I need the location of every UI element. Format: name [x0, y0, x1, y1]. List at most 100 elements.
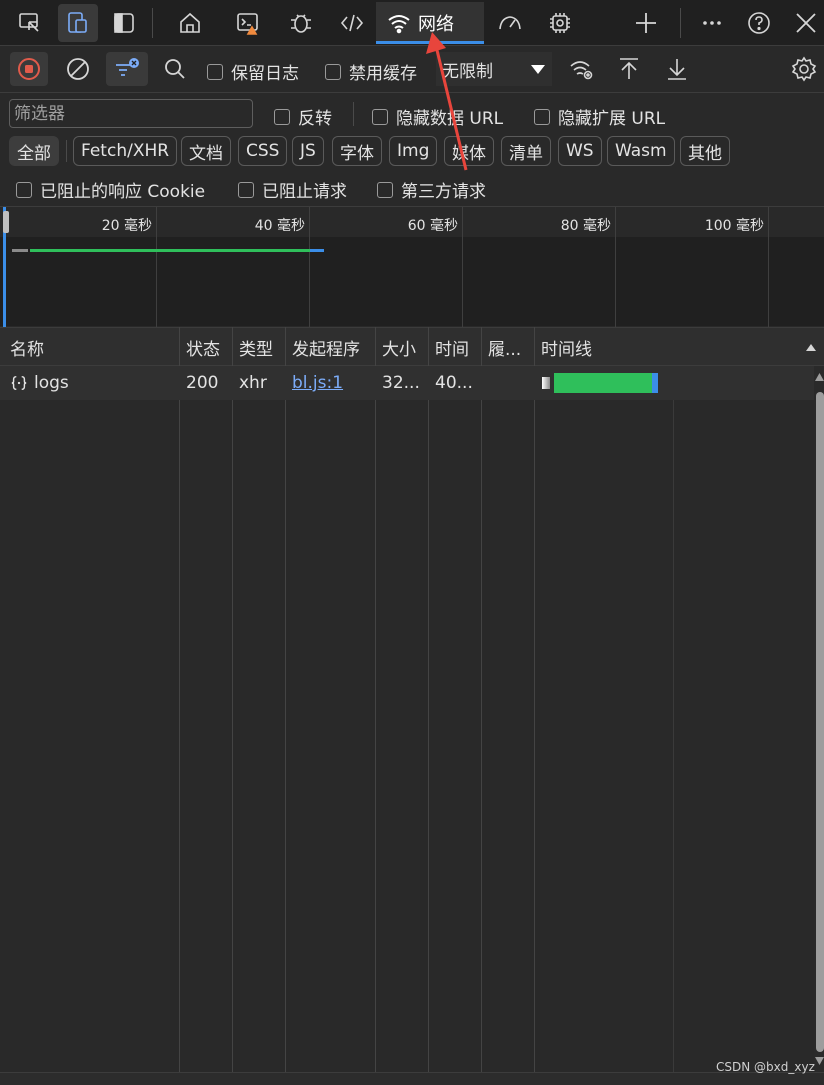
type-filter-font[interactable]: 字体	[332, 136, 382, 166]
type-filter-fetch-xhr[interactable]: Fetch/XHR	[73, 136, 178, 166]
column-initiator-header[interactable]: 发起程序	[286, 328, 375, 366]
column-divider[interactable]	[534, 327, 535, 1072]
request-name-cell[interactable]: logs	[4, 366, 179, 400]
overview-tick	[309, 207, 310, 327]
scroll-up-arrow-icon[interactable]	[815, 372, 824, 382]
filter-icon	[116, 58, 139, 76]
blocked-requests-checkbox[interactable]: 已阻止请求	[238, 177, 347, 202]
overview-drag-handle[interactable]	[3, 211, 9, 233]
request-type-cell: xhr	[239, 373, 267, 393]
overview-tick-label: 60 毫秒	[407, 218, 458, 234]
export-har-button[interactable]	[660, 52, 694, 86]
divider	[152, 8, 153, 38]
annotation-arrow-icon	[426, 32, 468, 171]
checkbox-box[interactable]	[16, 181, 32, 198]
performance-icon[interactable]	[490, 4, 530, 42]
search-button[interactable]	[158, 52, 192, 86]
overview-tick-label: 100 毫秒	[704, 218, 764, 234]
column-name-header[interactable]: 名称	[4, 328, 179, 366]
type-filter-other[interactable]: 其他	[680, 136, 730, 166]
third-party-checkbox[interactable]: 第三方请求	[377, 177, 486, 202]
network-settings-button[interactable]	[786, 52, 822, 86]
network-wifi-icon	[388, 15, 410, 34]
column-divider[interactable]	[232, 327, 233, 1072]
column-type-header[interactable]: 类型	[233, 328, 285, 366]
record-icon	[18, 58, 40, 80]
overview-download-bar	[30, 249, 310, 252]
column-divider[interactable]	[375, 327, 376, 1072]
divider	[680, 8, 681, 38]
memory-chip-icon[interactable]	[540, 4, 580, 42]
inspect-icon[interactable]	[10, 4, 50, 42]
gear-icon	[791, 56, 817, 82]
column-divider[interactable]	[481, 327, 482, 1072]
initiator-link[interactable]: bl.js:1	[292, 373, 343, 393]
column-status-header[interactable]: 状态	[180, 328, 232, 366]
more-icon[interactable]	[692, 4, 732, 42]
preserve-log-label: 保留日志	[231, 64, 299, 84]
welcome-home-icon[interactable]	[170, 4, 210, 42]
network-conditions-button[interactable]	[564, 52, 600, 86]
help-icon[interactable]	[739, 4, 779, 42]
checkbox-box[interactable]	[372, 108, 388, 125]
network-toolbar: 保留日志 禁用缓存 无限制	[0, 46, 824, 93]
overview-tick	[156, 207, 157, 327]
column-fulfilled-header[interactable]: 履...	[482, 328, 534, 366]
request-name: logs	[34, 373, 69, 393]
column-waterfall-header[interactable]: 时间线	[535, 328, 795, 366]
devtools-tab-bar: 网络	[0, 0, 824, 46]
checkbox-box[interactable]	[534, 108, 550, 125]
overview-tick-label: 40 毫秒	[254, 218, 305, 234]
scroll-down-arrow-icon[interactable]	[815, 1056, 824, 1066]
type-filter-wasm[interactable]: Wasm	[607, 136, 675, 166]
waterfall-content-bar	[652, 373, 658, 393]
dock-icon[interactable]	[104, 4, 144, 42]
import-har-button[interactable]	[612, 52, 646, 86]
disable-cache-checkbox[interactable]: 禁用缓存	[325, 59, 417, 84]
checkbox-box[interactable]	[274, 108, 290, 125]
column-size-header[interactable]: 大小	[376, 328, 428, 366]
bug-sources-icon[interactable]	[281, 4, 321, 42]
overview-waiting-bar	[12, 249, 28, 252]
overview-tick-label: 20 毫秒	[101, 218, 152, 234]
column-time-header[interactable]: 时间	[429, 328, 481, 366]
vertical-scrollbar[interactable]	[814, 366, 824, 1072]
overview-content-bar	[310, 249, 324, 252]
type-filter-js[interactable]: JS	[292, 136, 324, 166]
console-icon[interactable]	[228, 4, 268, 42]
invert-checkbox[interactable]: 反转	[274, 104, 332, 129]
type-filter-manifest[interactable]: 清单	[501, 136, 551, 166]
column-divider[interactable]	[179, 327, 180, 1072]
checkbox-box[interactable]	[377, 181, 393, 198]
sort-ascending-icon[interactable]	[805, 342, 817, 352]
device-emulation-icon[interactable]	[58, 4, 98, 42]
hide-extension-url-label: 隐藏扩展 URL	[558, 109, 666, 129]
type-filter-ws[interactable]: WS	[558, 136, 602, 166]
checkbox-box[interactable]	[207, 63, 223, 80]
checkbox-box[interactable]	[325, 63, 341, 80]
overview-timeline[interactable]: 20 毫秒 40 毫秒 60 毫秒 80 毫秒 100 毫秒	[0, 206, 824, 327]
elements-code-icon[interactable]	[332, 4, 372, 42]
add-tab-icon[interactable]	[626, 4, 666, 42]
column-divider[interactable]	[285, 327, 286, 1072]
request-initiator-cell[interactable]: bl.js:1	[286, 366, 375, 400]
close-icon[interactable]	[786, 4, 824, 42]
column-divider[interactable]	[428, 327, 429, 1072]
preserve-log-checkbox[interactable]: 保留日志	[207, 59, 299, 84]
hide-extension-url-checkbox[interactable]: 隐藏扩展 URL	[534, 104, 665, 129]
scrollbar-thumb[interactable]	[816, 392, 824, 1052]
blocked-cookies-checkbox[interactable]: 已阻止的响应 Cookie	[16, 177, 205, 202]
checkbox-box[interactable]	[238, 181, 254, 198]
clear-button[interactable]	[60, 52, 96, 86]
type-filter-doc[interactable]: 文档	[181, 136, 231, 166]
overview-tick-label: 80 毫秒	[560, 218, 611, 234]
filter-input[interactable]	[9, 99, 253, 128]
filter-toggle-button[interactable]	[106, 52, 148, 86]
wifi-settings-icon	[570, 61, 593, 80]
record-button[interactable]	[10, 52, 48, 86]
waterfall-download-bar[interactable]	[554, 373, 652, 393]
requests-table-header: 名称 状态 类型 发起程序 大小 时间 履... 时间线	[0, 327, 824, 366]
table-row[interactable]: logs 200 xhr bl.js:1 32... 40...	[0, 366, 816, 400]
type-filter-css[interactable]: CSS	[238, 136, 288, 166]
type-filter-all[interactable]: 全部	[9, 136, 59, 166]
